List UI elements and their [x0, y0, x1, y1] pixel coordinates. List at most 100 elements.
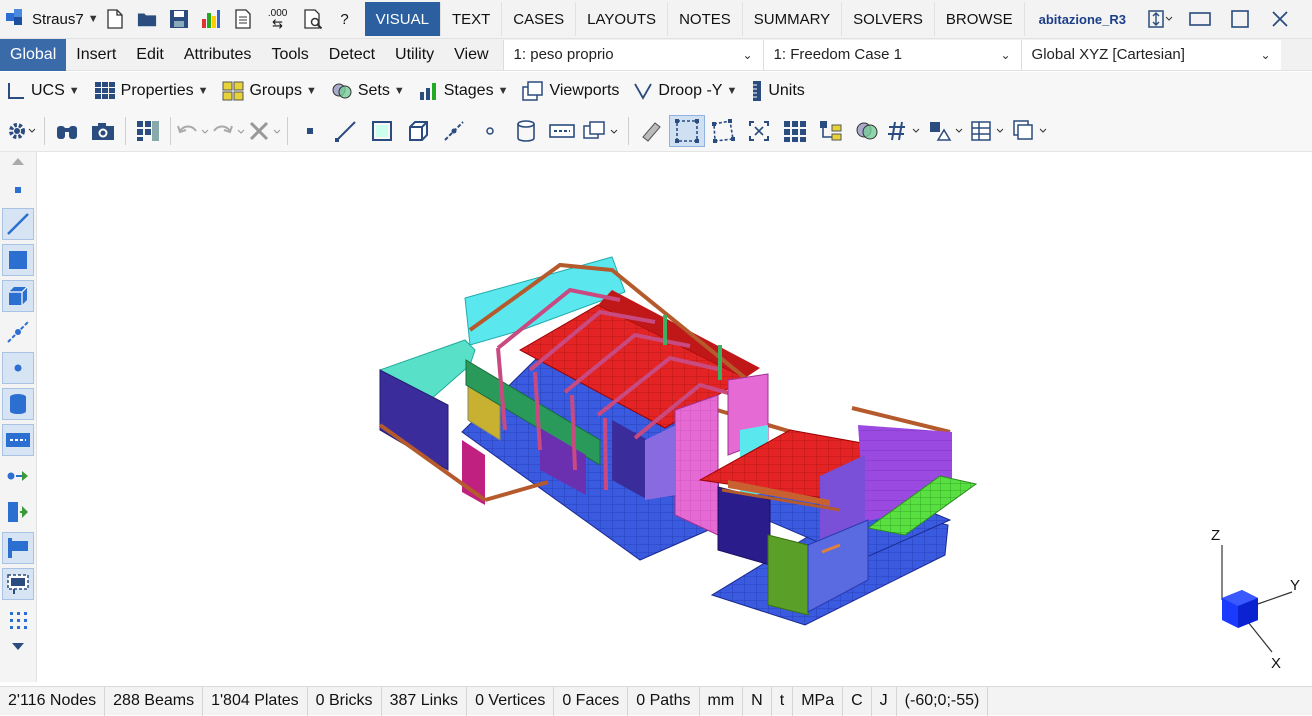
tab-visual[interactable]: VISUAL	[364, 2, 441, 36]
link-icon[interactable]	[2, 316, 34, 348]
menu-detect[interactable]: Detect	[319, 39, 385, 71]
freedom-case-select[interactable]: 1: Freedom Case 1 ⌄	[762, 39, 1021, 70]
status-view-angles[interactable]: (-60;0;-55)	[897, 686, 989, 716]
status-faces[interactable]: 0 Faces	[554, 686, 629, 716]
viewports-button[interactable]: Viewports	[522, 81, 619, 101]
select-rectangle-icon[interactable]	[669, 114, 705, 147]
ucs-button[interactable]: UCS ▼	[6, 81, 80, 101]
status-unit-energy[interactable]: J	[872, 686, 897, 716]
tab-text[interactable]: TEXT	[441, 2, 503, 36]
camera-icon[interactable]	[85, 115, 121, 147]
beam-tool-icon[interactable]	[328, 115, 364, 147]
section-icon[interactable]	[2, 532, 34, 564]
droop-button[interactable]: Droop -Y ▼	[633, 81, 737, 101]
coordinate-system-select[interactable]: Global XYZ [Cartesian] ⌄	[1020, 39, 1281, 70]
tab-browse[interactable]: BROWSE	[935, 2, 1025, 36]
move-arrow-icon[interactable]	[2, 460, 34, 492]
status-nodes[interactable]: 2'116 Nodes	[0, 686, 106, 716]
select-frame-icon[interactable]	[2, 568, 34, 600]
beam-icon[interactable]	[2, 208, 34, 240]
status-beams[interactable]: 288 Beams	[105, 686, 204, 716]
delete-x-icon[interactable]	[247, 115, 283, 147]
mesh-grid-icon[interactable]	[777, 115, 813, 147]
extrude-icon[interactable]	[2, 496, 34, 528]
path-icon[interactable]	[2, 424, 34, 456]
menu-attributes[interactable]: Attributes	[174, 39, 262, 71]
report-icon[interactable]	[233, 9, 253, 29]
plate-icon[interactable]	[2, 244, 34, 276]
menu-view[interactable]: View	[444, 39, 498, 71]
status-links[interactable]: 387 Links	[382, 686, 468, 716]
status-unit-mass[interactable]: t	[772, 686, 794, 716]
model-viewport[interactable]: Z Y X	[37, 152, 1312, 682]
open-folder-icon[interactable]	[137, 9, 157, 29]
vertex-tool-icon[interactable]	[472, 115, 508, 147]
select-polygon-icon[interactable]	[705, 115, 741, 147]
close-icon[interactable]	[1266, 10, 1294, 28]
node-icon[interactable]	[2, 174, 34, 206]
shapes-icon[interactable]	[927, 115, 969, 147]
dots-grid-icon[interactable]	[2, 604, 34, 636]
results-icon[interactable]	[201, 9, 221, 29]
window-arrange-icon[interactable]	[1146, 9, 1174, 29]
restore-window-icon[interactable]	[1186, 11, 1214, 27]
print-preview-icon[interactable]	[303, 9, 323, 29]
redo-icon[interactable]	[211, 115, 247, 147]
tab-layouts[interactable]: LAYOUTS	[576, 2, 669, 36]
plate-tool-icon[interactable]	[364, 115, 400, 147]
status-unit-stress[interactable]: MPa	[793, 686, 844, 716]
new-file-icon[interactable]	[105, 9, 125, 29]
settings-gear-icon[interactable]	[4, 115, 40, 147]
grid-hash-icon[interactable]	[885, 115, 927, 147]
zoom-extents-icon[interactable]	[741, 115, 777, 147]
eraser-icon[interactable]	[633, 115, 669, 147]
groups-button[interactable]: Groups ▼	[222, 81, 317, 101]
tab-notes[interactable]: NOTES	[668, 2, 743, 36]
menu-edit[interactable]: Edit	[126, 39, 174, 71]
scroll-down-arrow-icon[interactable]	[2, 638, 34, 656]
tab-cases[interactable]: CASES	[502, 2, 577, 36]
brick-icon[interactable]	[2, 280, 34, 312]
undo-icon[interactable]	[175, 115, 211, 147]
status-unit-length[interactable]: mm	[700, 686, 744, 716]
menu-global[interactable]: Global	[0, 38, 67, 71]
node-tool-icon[interactable]	[292, 115, 328, 147]
status-unit-force[interactable]: N	[743, 686, 772, 716]
status-vertices[interactable]: 0 Vertices	[467, 686, 555, 716]
status-bricks[interactable]: 0 Bricks	[308, 686, 382, 716]
status-plates[interactable]: 1'804 Plates	[203, 686, 308, 716]
status-paths[interactable]: 0 Paths	[628, 686, 700, 716]
brick-tool-icon[interactable]	[400, 115, 436, 147]
load-case-select[interactable]: 1: peso proprio ⌄	[502, 39, 763, 70]
layers-tool-icon[interactable]	[580, 115, 624, 147]
link-tool-icon[interactable]	[436, 115, 472, 147]
properties-button[interactable]: Properties ▼	[94, 81, 208, 101]
tab-summary[interactable]: SUMMARY	[743, 2, 843, 36]
help-icon[interactable]: ?	[335, 9, 355, 29]
separator	[628, 116, 629, 145]
menu-tools[interactable]: Tools	[261, 39, 318, 71]
tab-solvers[interactable]: SOLVERS	[842, 2, 935, 36]
maximize-icon[interactable]	[1226, 10, 1254, 28]
decimals-icon[interactable]: .000 ⇆	[265, 9, 291, 31]
cylinder-icon[interactable]	[2, 388, 34, 420]
menu-utility[interactable]: Utility	[385, 39, 444, 71]
table-layout-icon[interactable]	[969, 115, 1011, 147]
save-icon[interactable]	[169, 9, 189, 29]
path-tool-icon[interactable]	[544, 115, 580, 147]
sets-overlap-icon[interactable]	[849, 115, 885, 147]
copy-layers-icon[interactable]	[1011, 115, 1053, 147]
scroll-up-arrow-icon[interactable]	[2, 152, 34, 170]
cylinder-tool-icon[interactable]	[508, 115, 544, 147]
vertex-icon[interactable]	[2, 352, 34, 384]
sets-button[interactable]: Sets ▼	[331, 81, 405, 101]
units-button[interactable]: Units	[751, 80, 805, 102]
status-unit-temperature[interactable]: C	[843, 686, 872, 716]
stages-button[interactable]: Stages ▼	[419, 81, 508, 101]
select-grid-icon[interactable]	[130, 115, 166, 147]
entity-toolbar: UCS ▼ Properties ▼ Groups ▼ Sets ▼ Stages ▼ V…	[0, 72, 1312, 110]
menu-insert[interactable]: Insert	[66, 39, 126, 71]
hierarchy-icon[interactable]	[813, 115, 849, 147]
app-menu[interactable]: Straus7 ▼	[0, 0, 99, 38]
find-binoculars-icon[interactable]	[49, 115, 85, 147]
